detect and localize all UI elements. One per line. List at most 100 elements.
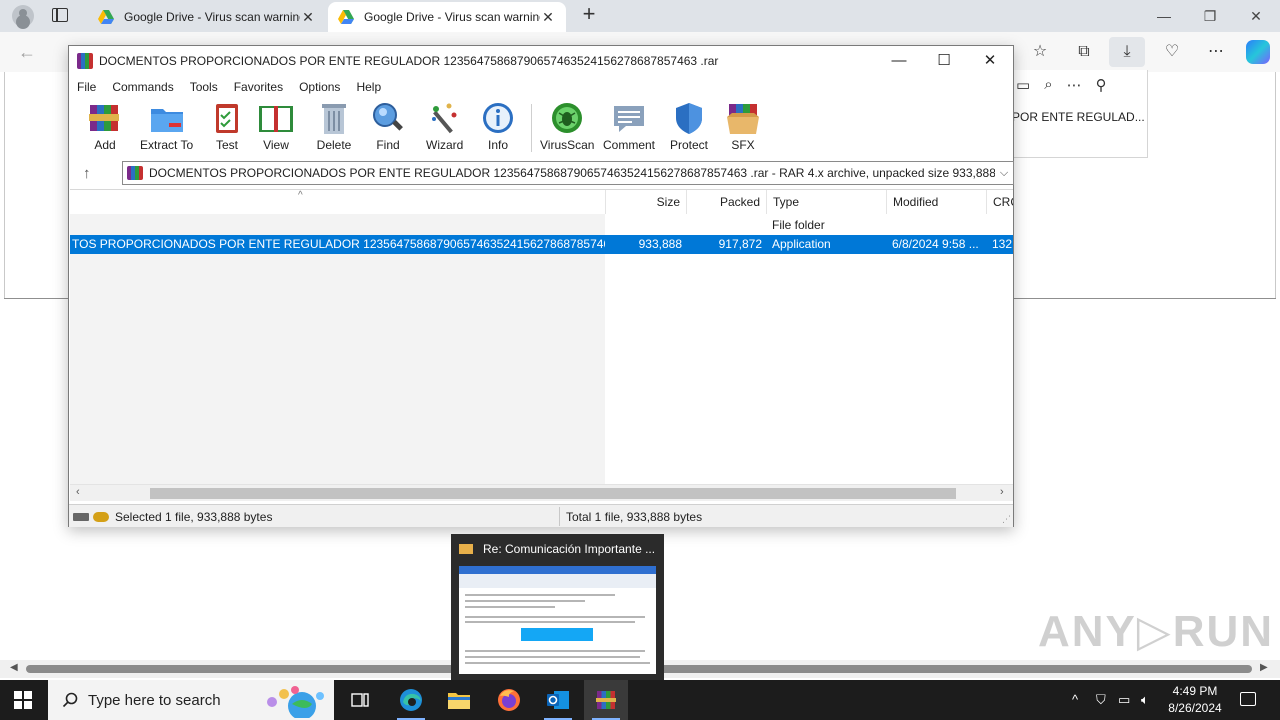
maximize-button[interactable]: ☐ (924, 50, 964, 72)
search-icon[interactable]: ⌕ (1044, 76, 1052, 94)
copilot-icon[interactable] (1246, 40, 1270, 64)
status-total: Total 1 file, 933,888 bytes (566, 510, 703, 524)
chevron-down-icon[interactable]: ⌵ (995, 167, 1013, 180)
profile-icon[interactable] (12, 5, 34, 27)
tool-label: View (263, 138, 289, 152)
column-name[interactable] (70, 190, 605, 214)
tab-title: Google Drive - Virus scan warning (124, 10, 300, 24)
browser-close-button[interactable]: ✕ (1246, 6, 1266, 26)
page-divider (1275, 72, 1276, 299)
menu-favorites[interactable]: Favorites (234, 80, 291, 94)
browser-tab[interactable]: Google Drive - Virus scan warning ✕ (88, 2, 326, 32)
network-icon[interactable]: ▭ (1118, 680, 1130, 720)
pin-icon[interactable]: ⚲ (1096, 76, 1107, 94)
list-item-exe[interactable]: TOS PROPORCIONADOS POR ENTE REGULADOR 12… (70, 235, 1013, 254)
more-menu-icon[interactable]: ⋯ (1205, 41, 1227, 63)
sfx-button[interactable]: SFX (725, 101, 761, 155)
tab-close-icon[interactable]: ✕ (300, 9, 316, 26)
file-explorer-icon[interactable] (437, 680, 481, 720)
toolbar-separator (531, 104, 532, 152)
scroll-left-arrow-icon[interactable]: ‹ (76, 486, 80, 498)
browser-restore-button[interactable]: ❐ (1200, 6, 1220, 26)
test-button[interactable]: Test (209, 101, 245, 155)
back-arrow-icon[interactable]: ← (18, 42, 36, 63)
taskbar-preview[interactable]: Re: Comunicación Importante ... (451, 534, 664, 680)
firefox-icon[interactable] (487, 680, 531, 720)
minimize-button[interactable]: — (879, 50, 919, 72)
menu-file[interactable]: File (77, 80, 104, 94)
rar-archive-icon (127, 166, 143, 180)
menu-help[interactable]: Help (356, 80, 389, 94)
resize-grip-icon[interactable]: ⋰ (1002, 514, 1011, 525)
info-icon (480, 101, 516, 135)
outlook-icon[interactable] (536, 680, 580, 720)
key-icon[interactable] (93, 512, 109, 522)
protect-button[interactable]: Protect (670, 101, 708, 155)
column-modified[interactable]: Modified (886, 190, 986, 214)
wizard-button[interactable]: Wizard (426, 101, 463, 155)
list-item-parent-folder[interactable]: File folder (70, 216, 1013, 235)
download-item-name[interactable]: POR ENTE REGULAD... (1012, 110, 1145, 124)
archive-path-dropdown[interactable]: DOCMENTOS PROPORCIONADOS POR ENTE REGULA… (122, 161, 1014, 185)
add-archive-icon (87, 101, 123, 135)
volume-icon[interactable]: 🔈︎ (1141, 680, 1149, 720)
add-button[interactable]: Add (87, 101, 123, 155)
close-button[interactable]: ✕ (970, 50, 1010, 72)
up-arrow-icon[interactable]: ↑ (83, 165, 91, 182)
list-horizontal-scrollbar[interactable]: ‹ › (70, 484, 1013, 501)
column-crc[interactable]: CRC (986, 190, 1013, 214)
column-type[interactable]: Type (766, 190, 886, 214)
list-header: ^ Size Packed Type Modified CRC (70, 190, 1013, 214)
scroll-left-arrow-icon[interactable]: ◀ (10, 662, 18, 673)
info-button[interactable]: Info (480, 101, 516, 155)
column-packed[interactable]: Packed (686, 190, 766, 214)
notification-center-icon[interactable] (1240, 692, 1256, 706)
collections-icon[interactable]: ⧉ (1073, 41, 1095, 63)
row-packed: 917,872 (718, 237, 762, 251)
scroll-right-arrow-icon[interactable]: ▶ (1260, 662, 1268, 673)
windows-start-icon[interactable] (14, 691, 32, 709)
winrar-taskbar-icon[interactable] (584, 680, 628, 720)
scroll-right-arrow-icon[interactable]: › (1000, 486, 1004, 498)
browser-minimize-button[interactable]: — (1154, 6, 1174, 26)
taskbar-clock[interactable]: 4:49 PM 8/26/2024 (1160, 683, 1230, 717)
view-button[interactable]: View (258, 101, 294, 155)
new-tab-button[interactable]: + (578, 3, 600, 26)
preview-thumbnail[interactable] (459, 566, 656, 674)
clock-date: 8/26/2024 (1168, 701, 1222, 715)
taskbar-search-box[interactable]: Type here to search (48, 680, 334, 720)
antivirus-tray-icon[interactable]: ⛉ (1096, 680, 1106, 720)
comment-button[interactable]: Comment (603, 101, 655, 155)
toolbar: Add Extract To Test View Delete Find Wiz… (69, 98, 1013, 156)
downloads-icon[interactable]: ⤓ (1109, 37, 1145, 67)
menu-options[interactable]: Options (299, 80, 348, 94)
find-button[interactable]: Find (370, 101, 406, 155)
more-options-icon[interactable]: ⋯ (1067, 76, 1082, 94)
virusscan-button[interactable]: VirusScan (540, 101, 594, 155)
delete-button[interactable]: Delete (316, 101, 352, 155)
column-size[interactable]: Size (605, 190, 686, 214)
open-folder-icon[interactable]: ▭ (1016, 76, 1030, 94)
winrar-window: DOCMENTOS PROPORCIONADOS POR ENTE REGULA… (68, 45, 1014, 527)
tab-actions-icon[interactable] (52, 8, 68, 22)
browser-tab-active[interactable]: Google Drive - Virus scan warning ✕ (328, 2, 566, 32)
status-bar: Selected 1 file, 933,888 bytes Total 1 f… (69, 504, 1013, 527)
task-view-icon[interactable] (338, 680, 382, 720)
winrar-titlebar[interactable]: DOCMENTOS PROPORCIONADOS POR ENTE REGULA… (69, 46, 1013, 76)
edge-browser-icon[interactable] (389, 680, 433, 720)
scroll-thumb[interactable] (150, 488, 956, 499)
favorites-icon[interactable]: ☆ (1029, 41, 1051, 63)
tab-close-icon[interactable]: ✕ (540, 9, 556, 26)
tool-label: Protect (670, 138, 709, 152)
comment-icon (611, 101, 647, 135)
magic-wand-icon (427, 101, 463, 135)
show-hidden-icons-chevron-icon[interactable]: ^ (1072, 680, 1078, 720)
browser-essentials-icon[interactable]: ♡ (1161, 41, 1183, 63)
thumbnail-cta (521, 628, 593, 641)
menu-commands[interactable]: Commands (112, 80, 181, 94)
tool-label: Add (94, 138, 116, 152)
google-drive-icon (98, 10, 114, 24)
drive-icon[interactable] (73, 513, 89, 521)
extract-to-button[interactable]: Extract To (140, 101, 193, 155)
menu-tools[interactable]: Tools (190, 80, 226, 94)
